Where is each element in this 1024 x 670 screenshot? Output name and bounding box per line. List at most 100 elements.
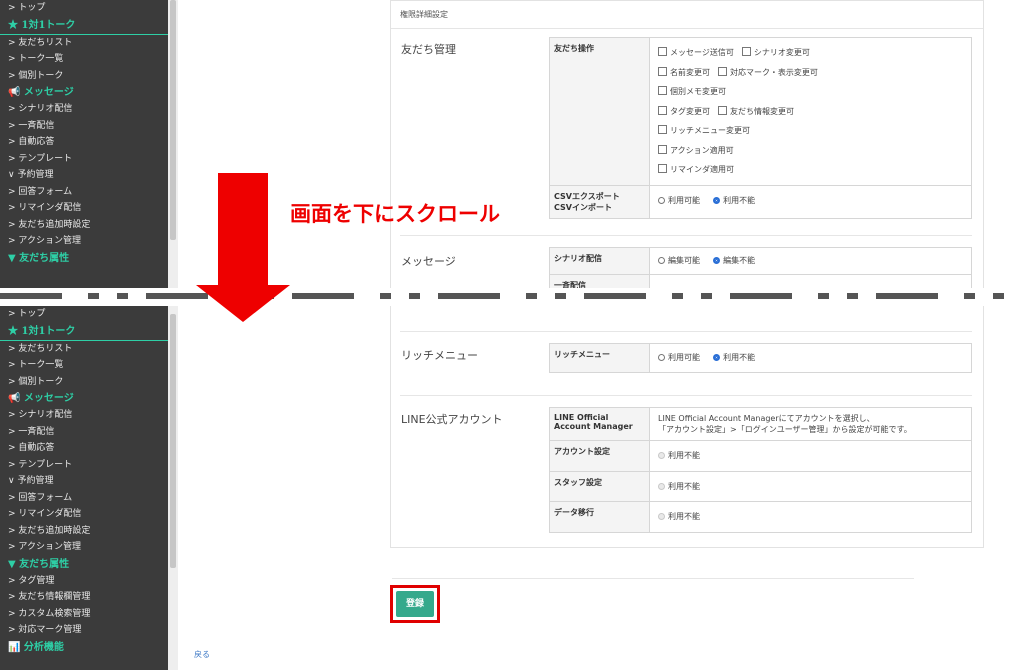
sidebar-item[interactable]: ∨ 予約管理: [0, 473, 168, 490]
account-settings-key: アカウント設定: [549, 440, 650, 472]
sidebar-item[interactable]: > トップ: [0, 0, 168, 17]
down-arrow-head-icon: [196, 285, 290, 322]
richmenu-enabled-radio[interactable]: [658, 354, 665, 361]
oam-note: LINE Official Account Managerにてアカウントを選択し…: [649, 407, 972, 441]
sidebar-item[interactable]: > アクション管理: [0, 539, 168, 556]
permission-checkbox[interactable]: [718, 105, 727, 115]
sidebar-item[interactable]: > トップ: [0, 306, 168, 323]
scroll-divider-dashed-line: [0, 293, 1024, 299]
sidebar-item[interactable]: > タグ管理: [0, 573, 168, 590]
table-row: 友だち操作 メッセージ送信可 シナリオ変更可 名前変更可 対応マーク・表示変更可 個別メ…: [549, 37, 972, 186]
staff-settings-label: 利用不能: [668, 481, 700, 491]
sidebar-item[interactable]: > 友だち追加時設定: [0, 217, 168, 234]
permission-checkbox[interactable]: [658, 164, 667, 173]
table-row: シナリオ配信 編集可能 編集不能: [549, 247, 972, 275]
permission-checkbox[interactable]: [741, 47, 751, 56]
permission-checkbox[interactable]: [658, 105, 667, 115]
sidebar-item[interactable]: > カスタム検索管理: [0, 606, 168, 623]
csv-disabled-radio[interactable]: [713, 196, 721, 204]
csv-export-label: CSVエクスポート: [554, 191, 620, 201]
screen-top-half: > トップ ★ 1対1トーク > 友だちリスト > トーク一覧 > 個別トーク 📢 メッセ…: [0, 0, 1024, 288]
permission-checkbox[interactable]: [658, 47, 667, 56]
sidebar-item[interactable]: > トーク一覧: [0, 357, 168, 374]
sidebar-item[interactable]: ∨ 予約管理: [0, 167, 168, 184]
permission-checkbox[interactable]: [718, 66, 727, 76]
permission-checkbox-label: メッセージ送信可: [670, 48, 734, 57]
sidebar-item[interactable]: > リマインダ配信: [0, 506, 168, 523]
sidebar-item[interactable]: > 友だちリスト: [0, 35, 168, 52]
sidebar-item[interactable]: > 友だちリスト: [0, 341, 168, 358]
friend-ops-key: 友だち操作: [549, 37, 650, 186]
scenario-options: 編集可能 編集不能: [649, 247, 972, 275]
dash-segment: [818, 293, 829, 299]
sidebar-item[interactable]: > リマインダ配信: [0, 200, 168, 217]
data-migration-label: 利用不能: [668, 512, 700, 521]
scenario-not-editable-radio[interactable]: [713, 257, 721, 264]
sidebar-bottom: > トップ ★ 1対1トーク > 友だちリスト > トーク一覧 > 個別トーク 📢 メッセ…: [0, 306, 168, 670]
scenario-editable-label: 編集可能: [668, 256, 700, 265]
sidebar-heading: ★ 1対1トーク: [0, 17, 168, 35]
richmenu-permission-table: リッチメニュー 利用可能 利用不能: [549, 343, 972, 373]
richmenu-disabled-radio[interactable]: [713, 354, 721, 361]
submit-button[interactable]: 登録: [396, 591, 434, 617]
sidebar-item[interactable]: > シナリオ配信: [0, 101, 168, 118]
richmenu-disabled-label: 利用不能: [723, 353, 756, 362]
scenario-editable-radio[interactable]: [658, 257, 665, 264]
permission-checkbox[interactable]: [658, 86, 667, 95]
sidebar-item[interactable]: > 回答フォーム: [0, 490, 168, 507]
permission-checkbox-label: 対応マーク・表示変更可: [730, 67, 818, 77]
panel-title: 権限詳細設定: [391, 1, 983, 29]
sidebar-item[interactable]: > 一斉配信: [0, 118, 168, 135]
friends-permission-table: 友だち操作 メッセージ送信可 シナリオ変更可 名前変更可 対応マーク・表示変更可 個別メ…: [549, 37, 972, 219]
sidebar-item[interactable]: > 個別トーク: [0, 374, 168, 391]
sidebar-item[interactable]: > シナリオ配信: [0, 407, 168, 424]
friend-ops-options: メッセージ送信可 シナリオ変更可 名前変更可 対応マーク・表示変更可 個別メモ変更可 タグ…: [649, 37, 972, 186]
sidebar-item[interactable]: > 回答フォーム: [0, 184, 168, 201]
csv-import-label: CSVインポート: [554, 202, 612, 212]
dash-segment: [409, 293, 420, 299]
sidebar-item[interactable]: > テンプレート: [0, 151, 168, 168]
sidebar-item[interactable]: > 対応マーク管理: [0, 622, 168, 639]
section-divider: [400, 395, 972, 396]
dash-segment: [964, 293, 975, 299]
sidebar-scroll-thumb-top[interactable]: [170, 0, 176, 240]
sidebar-item[interactable]: > 友だち情報欄管理: [0, 589, 168, 606]
csv-disabled-label: 利用不能: [723, 195, 756, 205]
table-row: CSVエクスポート CSVインポート 利用可能 利用不能: [549, 184, 972, 219]
sidebar-item[interactable]: > 一斉配信: [0, 424, 168, 441]
sidebar-heading: 📊 分析機能: [8, 641, 64, 653]
permission-checkbox[interactable]: [658, 66, 667, 76]
csv-enabled-label: 利用可能: [668, 195, 700, 205]
sidebar-item[interactable]: > トーク一覧: [0, 51, 168, 68]
permission-checkbox-label: リッチメニュー変更可: [670, 126, 750, 135]
permission-checkbox-label: アクション適用可: [670, 145, 734, 155]
permission-checkbox-label: タグ変更可: [670, 106, 710, 116]
staff-settings-key: スタッフ設定: [549, 470, 650, 502]
sidebar-item[interactable]: > アクション管理: [0, 233, 168, 250]
sidebar-item[interactable]: > 個別トーク: [0, 68, 168, 85]
down-arrow-icon: [218, 173, 268, 285]
permission-checkbox-label: リマインダ適用可: [670, 165, 734, 174]
sidebar-item[interactable]: > 自動応答: [0, 134, 168, 151]
sidebar-item[interactable]: > テンプレート: [0, 457, 168, 474]
sidebar-item[interactable]: > 友だち追加時設定: [0, 523, 168, 540]
table-row: スタッフ設定 利用不能: [549, 470, 972, 502]
sidebar-top: > トップ ★ 1対1トーク > 友だちリスト > トーク一覧 > 個別トーク 📢 メッセ…: [0, 0, 168, 288]
richmenu-enabled-label: 利用可能: [668, 353, 700, 362]
csv-enabled-radio[interactable]: [658, 196, 665, 204]
sidebar-item[interactable]: > 自動応答: [0, 440, 168, 457]
table-row: データ移行 利用不能: [549, 501, 972, 533]
dash-segment: [0, 293, 62, 299]
permission-checkbox-label: 友だち情報変更可: [730, 106, 794, 116]
permission-checkbox[interactable]: [658, 144, 667, 154]
table-row: リッチメニュー 利用可能 利用不能: [549, 343, 972, 373]
csv-key: CSVエクスポート CSVインポート: [549, 184, 650, 219]
dash-segment: [438, 293, 500, 299]
permission-checkbox-label: 個別メモ変更可: [670, 87, 726, 96]
permission-checkbox[interactable]: [658, 125, 667, 134]
dash-segment: [88, 293, 99, 299]
sidebar-scroll-thumb-bottom[interactable]: [170, 314, 176, 568]
richmenu-key: リッチメニュー: [549, 343, 650, 373]
section-divider: [400, 331, 972, 332]
back-link[interactable]: 戻る: [194, 649, 210, 660]
